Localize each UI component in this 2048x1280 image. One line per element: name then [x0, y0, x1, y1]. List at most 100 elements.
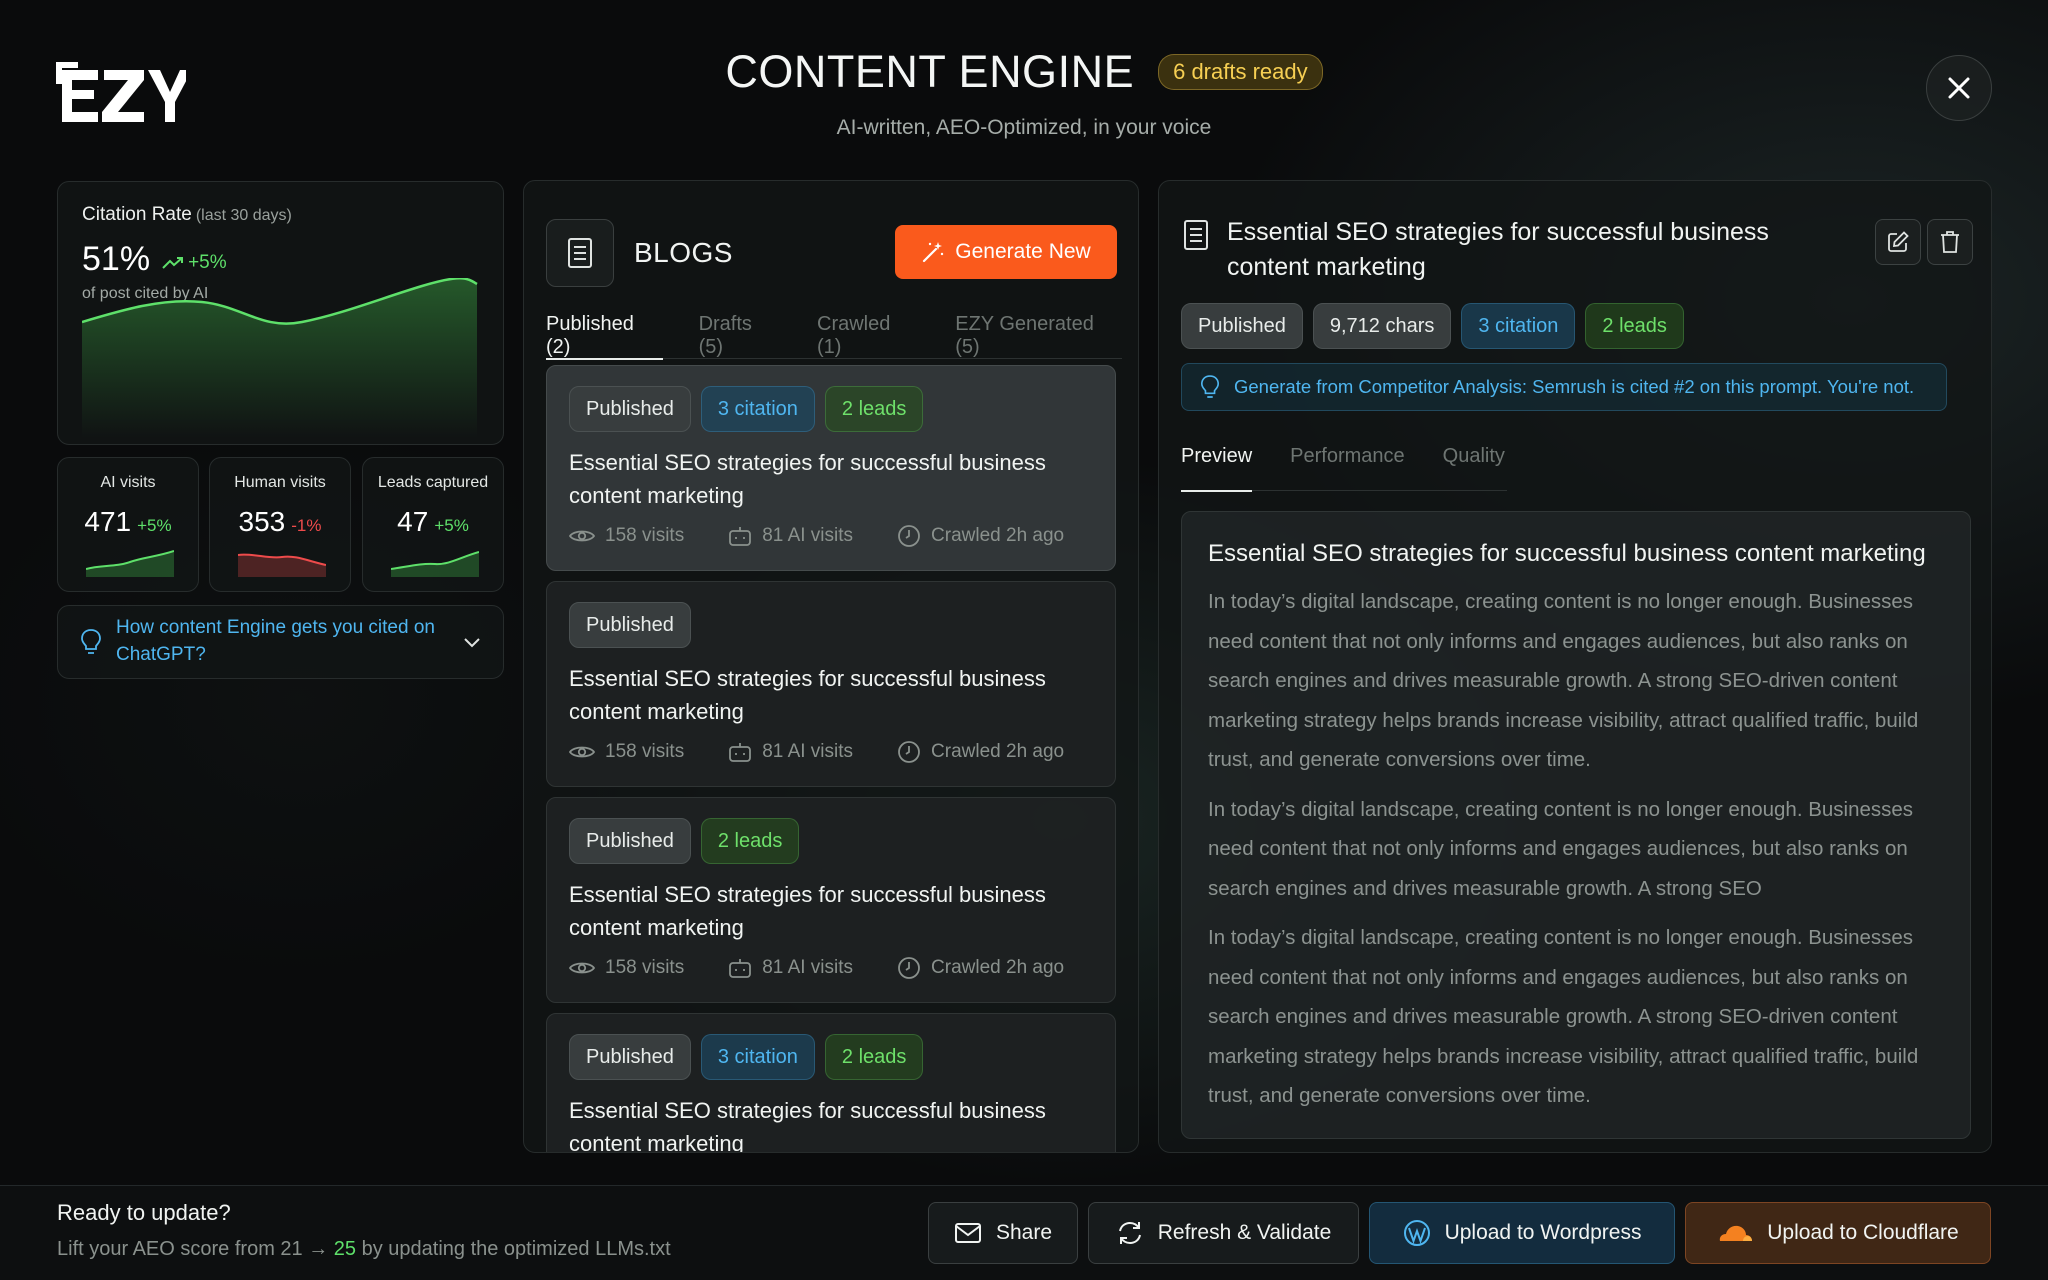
robot-icon	[729, 743, 752, 762]
status-badge: Published	[569, 386, 691, 432]
upload-wordpress-button[interactable]: Upload to Wordpress	[1369, 1202, 1675, 1264]
blog-tabs: Published (2) Drafts (5) Crawled (1) EZY…	[546, 311, 1122, 360]
faq-accordion[interactable]: How content Engine gets you cited on Cha…	[57, 605, 504, 679]
blog-card[interactable]: Published Essential SEO strategies for s…	[546, 581, 1116, 787]
title-row: CONTENT ENGINE 6 drafts ready	[0, 46, 2048, 98]
preview-paragraph: In today’s digital landscape, creating c…	[1208, 926, 1919, 1107]
crawled-time: Crawled 2h ago	[931, 525, 1065, 546]
ai-visits-delta: +5%	[137, 516, 172, 535]
citation-badge: 3 citation	[1461, 303, 1576, 349]
insight-text: Generate from Competitor Analysis: Semru…	[1234, 376, 1915, 397]
blogs-panel: BLOGS Generate New Published (2) Drafts …	[523, 180, 1139, 1153]
leads-badge: 2 leads	[700, 818, 800, 864]
citation-badge: 3 citation	[700, 386, 815, 432]
cloudflare-icon	[1720, 1225, 1753, 1241]
citation-rate-delta: +5%	[162, 252, 227, 274]
human-visits-sparkline	[238, 553, 326, 577]
ai-visits-count: 81 AI visits	[762, 957, 854, 978]
article-preview: Essential SEO strategies for successful …	[1181, 511, 1971, 1139]
leads-badge: 2 leads	[824, 386, 924, 432]
human-visits-value: 353	[238, 506, 286, 537]
tab-preview[interactable]: Preview	[1181, 443, 1253, 492]
clock-icon	[898, 957, 920, 979]
eye-icon	[569, 962, 595, 974]
upload-cloudflare-button[interactable]: Upload to Cloudflare	[1685, 1202, 1991, 1264]
drafts-ready-badge[interactable]: 6 drafts ready	[1158, 54, 1323, 90]
status-badge: Published	[569, 818, 691, 864]
clock-icon	[898, 741, 920, 763]
leads-captured-label: Leads captured	[377, 474, 489, 491]
refresh-icon	[1118, 1221, 1141, 1245]
refresh-validate-button[interactable]: Refresh & Validate	[1088, 1202, 1359, 1264]
footer-subtext: Lift your AEO score from 21 → 25 by upda…	[57, 1238, 671, 1260]
trend-up-icon	[162, 257, 184, 269]
tab-drafts[interactable]: Drafts (5)	[699, 311, 781, 359]
wordpress-icon	[1403, 1220, 1430, 1246]
document-icon	[568, 238, 592, 268]
human-visits-label: Human visits	[234, 474, 326, 491]
close-icon	[1948, 77, 1970, 99]
blogs-title: BLOGS	[634, 237, 733, 268]
crawled-time: Crawled 2h ago	[931, 957, 1065, 978]
tab-published[interactable]: Published (2)	[546, 311, 663, 360]
leads-badge: 2 leads	[824, 1034, 924, 1080]
blog-card[interactable]: Published 3 citation 2 leads Essential S…	[546, 365, 1116, 571]
tab-ezy-generated[interactable]: EZY Generated (5)	[955, 311, 1122, 359]
leads-badge: 2 leads	[1585, 303, 1684, 349]
ai-visits-label: AI visits	[100, 474, 156, 491]
detail-badges: Published 9,712 chars 3 citation 2 leads	[1181, 303, 1684, 349]
generate-new-button[interactable]: Generate New	[895, 225, 1117, 279]
leads-captured-delta: +5%	[434, 516, 469, 535]
tab-quality[interactable]: Quality	[1443, 443, 1505, 491]
faq-question: How content Engine gets you cited on Cha…	[116, 617, 435, 665]
detail-title: Essential SEO strategies for successful …	[1227, 218, 1769, 281]
blog-card-title: Essential SEO strategies for successful …	[569, 1098, 1046, 1153]
blog-card-title: Essential SEO strategies for successful …	[569, 450, 1046, 508]
status-badge: Published	[569, 1034, 691, 1080]
delete-button[interactable]	[1927, 219, 1973, 265]
ai-visits-value: 471	[84, 506, 132, 537]
generate-new-label: Generate New	[955, 240, 1091, 263]
preview-paragraph: In today’s digital landscape, creating c…	[1208, 797, 1914, 900]
leads-captured-value: 47	[397, 506, 429, 537]
blog-detail-panel: Essential SEO strategies for successful …	[1158, 180, 1992, 1153]
preview-paragraph: In today’s digital landscape, creating c…	[1208, 590, 1919, 771]
mail-icon	[954, 1223, 981, 1243]
eye-icon	[569, 746, 595, 758]
blog-card[interactable]: Published 3 citation 2 leads Essential S…	[546, 1013, 1116, 1153]
blog-card[interactable]: Published 2 leads Essential SEO strategi…	[546, 797, 1116, 1003]
blog-document-icon-box	[546, 219, 614, 287]
leads-captured-sparkline	[391, 551, 479, 577]
ai-visits-count: 81 AI visits	[762, 525, 854, 546]
footer-headline: Ready to update?	[57, 1200, 231, 1225]
detail-tabs: Preview Performance Quality	[1181, 443, 1507, 492]
lightbulb-icon	[81, 629, 101, 654]
crawled-time: Crawled 2h ago	[931, 741, 1065, 762]
ai-visits-sparkline	[86, 550, 174, 577]
aeo-target-score: 25	[333, 1238, 357, 1260]
blog-card-title: Essential SEO strategies for successful …	[569, 882, 1046, 940]
visits-count: 158 visits	[605, 525, 685, 546]
upload-cloudflare-label: Upload to Cloudflare	[1767, 1221, 1959, 1244]
competitor-insight-banner[interactable]: Generate from Competitor Analysis: Semru…	[1181, 363, 1947, 411]
close-button[interactable]	[1926, 55, 1992, 121]
visits-count: 158 visits	[605, 957, 685, 978]
eye-icon	[569, 530, 595, 542]
citation-rate-label: Citation Rate (last 30 days)	[82, 204, 292, 225]
tab-performance[interactable]: Performance	[1290, 443, 1405, 491]
magic-wand-icon	[923, 242, 944, 263]
ai-visits-count: 81 AI visits	[762, 741, 854, 762]
preview-title: Essential SEO strategies for successful …	[1208, 540, 1926, 567]
edit-button[interactable]	[1875, 219, 1921, 265]
page-title: CONTENT ENGINE	[725, 46, 1135, 97]
share-button[interactable]: Share	[928, 1202, 1078, 1264]
human-visits-card: Human visits 353 -1%	[209, 457, 351, 592]
tab-crawled[interactable]: Crawled (1)	[817, 311, 919, 359]
trash-icon	[1941, 231, 1959, 253]
chevron-down-icon	[464, 638, 480, 648]
page-subtitle: AI-written, AEO-Optimized, in your voice	[836, 116, 1212, 139]
clock-icon	[898, 525, 920, 547]
citation-badge: 3 citation	[700, 1034, 815, 1080]
citation-rate-value: 51%	[82, 240, 151, 278]
document-icon	[1184, 220, 1208, 250]
